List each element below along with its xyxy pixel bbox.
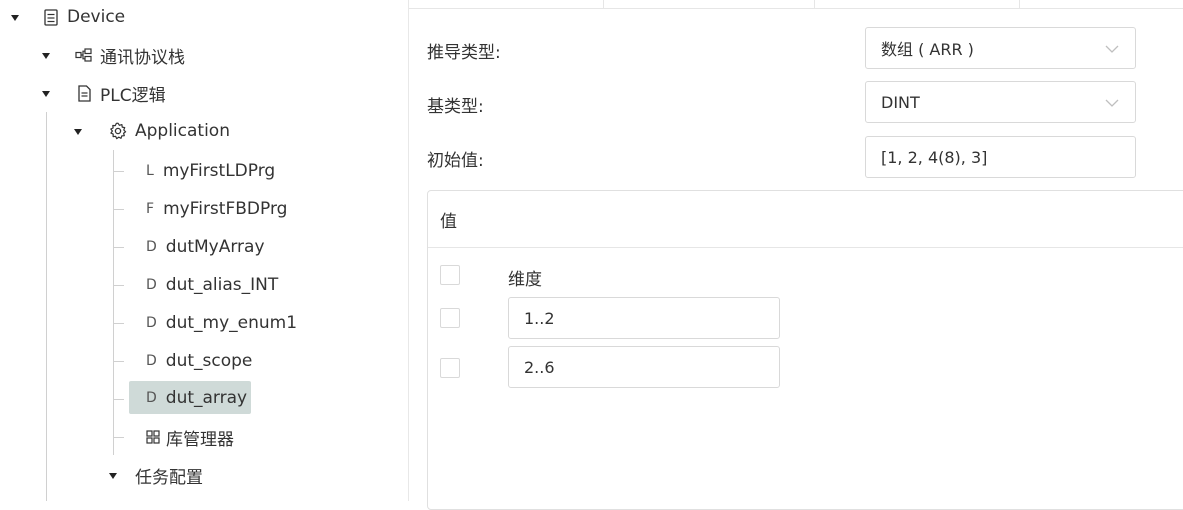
initial-value-input[interactable]: [1, 2, 4(8), 3] — [865, 136, 1136, 178]
tab-separator — [603, 0, 604, 8]
tree-node-label: Device — [67, 7, 126, 27]
tab-strip — [409, 0, 1183, 9]
expand-caret-icon[interactable] — [42, 91, 50, 97]
file-icon — [77, 84, 92, 102]
base-type-select[interactable]: DINT — [865, 81, 1136, 123]
expand-caret-icon[interactable] — [42, 53, 50, 59]
values-card-title: 值 — [440, 211, 457, 232]
tree-node-label: 通讯协议栈 — [100, 47, 185, 68]
chevron-down-icon — [1105, 41, 1119, 60]
tree-node-pou[interactable]: L myFirstLDPrg — [146, 155, 275, 187]
expand-caret-icon[interactable] — [74, 129, 82, 135]
derived-type-select[interactable]: 数组 ( ARR ) — [865, 27, 1136, 69]
tree-node-dut[interactable]: D dutMyArray — [146, 231, 265, 263]
tree-node-task-config[interactable]: 任务配置 — [135, 459, 203, 491]
gear-icon — [109, 122, 127, 140]
tree-connector — [114, 247, 124, 248]
tree-connector — [114, 323, 124, 324]
tree-connector — [114, 437, 124, 438]
tree-node-label: dut_scope — [165, 351, 253, 371]
dimension-row-checkbox[interactable] — [440, 308, 460, 328]
tree-node-dut[interactable]: D dut_alias_INT — [146, 269, 278, 301]
tree-guide-line — [113, 150, 114, 455]
tree-node-plc-logic[interactable]: PLC逻辑 — [77, 77, 166, 109]
values-card-header: 值 — [428, 191, 1183, 248]
tree-node-dut[interactable]: D dut_scope — [146, 345, 252, 377]
chevron-down-icon — [1105, 95, 1119, 114]
grid-icon — [146, 430, 160, 444]
tree-node-protocol-stack[interactable]: 通讯协议栈 — [75, 39, 185, 71]
pou-type-letter: L — [146, 163, 154, 179]
dut-type-letter: D — [146, 353, 157, 369]
tree-node-pou[interactable]: F myFirstFBDPrg — [146, 193, 287, 225]
tree-node-label: 任务配置 — [135, 467, 203, 488]
tree-node-label: dut_my_enum1 — [165, 313, 298, 333]
tree-connector — [114, 399, 124, 400]
tab-separator — [1019, 0, 1020, 8]
tree-node-label: 库管理器 — [166, 429, 234, 450]
expand-caret-icon[interactable] — [109, 473, 117, 479]
expand-caret-icon[interactable] — [11, 15, 19, 21]
dut-type-letter: D — [146, 239, 157, 255]
dut-type-letter: D — [146, 277, 157, 293]
network-icon — [75, 48, 92, 62]
derived-type-value: 数组 ( ARR ) — [881, 40, 974, 59]
tree-node-label: PLC逻辑 — [100, 85, 166, 106]
tree-connector — [114, 285, 124, 286]
tree-node-label: myFirstFBDPrg — [163, 199, 288, 219]
derived-type-label: 推导类型: — [427, 43, 501, 63]
dimension-input[interactable]: 1..2 — [508, 297, 780, 339]
tree-node-label: Application — [135, 121, 230, 141]
dimension-column-header: 维度 — [508, 270, 542, 290]
tree-node-device[interactable]: Device — [43, 1, 125, 33]
pou-type-letter: F — [146, 201, 155, 217]
tree-node-label: dut_array — [165, 387, 248, 408]
tree-guide-line — [46, 112, 47, 501]
dut-type-letter: D — [146, 315, 157, 331]
device-icon — [43, 8, 59, 26]
project-tree: Device 通讯协议栈 PLC逻辑 Application L myFirst… — [0, 0, 408, 501]
tree-connector — [114, 361, 124, 362]
tree-node-label: dut_alias_INT — [165, 275, 279, 295]
panel-divider[interactable] — [408, 0, 409, 501]
tree-connector — [114, 171, 124, 172]
base-type-value: DINT — [881, 92, 920, 112]
tree-node-dut[interactable]: D dut_my_enum1 — [146, 307, 297, 339]
dimension-value: 2..6 — [524, 357, 555, 377]
tree-node-application[interactable]: Application — [109, 115, 230, 147]
tree-node-library-manager[interactable]: 库管理器 — [146, 421, 234, 453]
tree-node-dut-selected[interactable]: D dut_array — [129, 381, 252, 414]
base-type-label: 基类型: — [427, 97, 484, 117]
dimension-value: 1..2 — [524, 308, 555, 328]
dut-type-letter: D — [146, 389, 157, 406]
dimension-input[interactable]: 2..6 — [508, 346, 780, 388]
initial-value-label: 初始值: — [427, 151, 484, 171]
select-all-checkbox[interactable] — [440, 265, 460, 285]
tree-connector — [114, 209, 124, 210]
tab-separator — [814, 0, 815, 8]
dimension-row-checkbox[interactable] — [440, 358, 460, 378]
tree-node-label: myFirstLDPrg — [162, 161, 276, 181]
values-card: 值 维度 1..2 2..6 — [427, 190, 1183, 510]
initial-value-text: [1, 2, 4(8), 3] — [881, 147, 988, 167]
tree-node-label: dutMyArray — [165, 237, 265, 257]
